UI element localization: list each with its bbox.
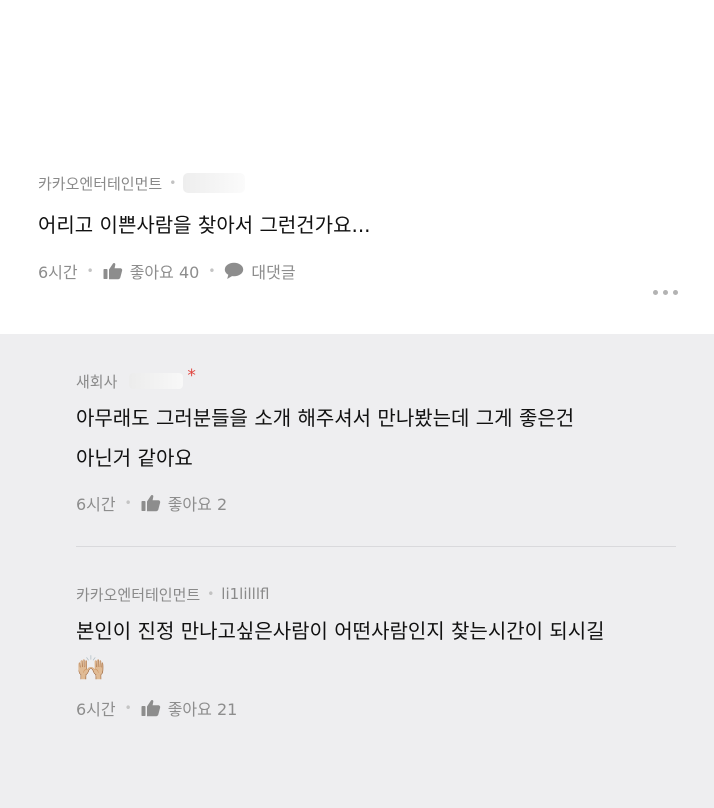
reply-author[interactable]: 새회사 xyxy=(76,371,117,392)
thumbs-up-icon xyxy=(103,262,123,280)
more-dot xyxy=(663,290,668,295)
thumbs-up-icon xyxy=(141,699,161,717)
separator-dot: • xyxy=(124,701,132,715)
raised-hands-emoji: 🙌🏼 xyxy=(76,654,106,682)
reply-text: 아무래도 그러분들을 소개 해주셔서 만나봤는데 그게 좋은건 아닌거 같아요 xyxy=(76,398,676,478)
comment-time: 6시간 xyxy=(38,263,78,282)
reply-time: 6시간 xyxy=(76,700,116,719)
thumbs-up-icon xyxy=(141,494,161,512)
like-button[interactable]: 좋아요 40 xyxy=(103,259,200,283)
reply-comment: 새회사 * 아무래도 그러분들을 소개 해주셔서 만나봤는데 그게 좋은건 아닌… xyxy=(76,334,714,547)
reply-meta: 새회사 * xyxy=(76,366,676,394)
more-dot xyxy=(673,290,678,295)
reply-handle: li1lilllfl xyxy=(221,585,270,603)
reply-text-line: 아무래도 그러분들을 소개 해주셔서 만나봤는데 그게 좋은건 xyxy=(76,406,575,430)
asterisk-mark: * xyxy=(187,366,196,386)
replies-section: 새회사 * 아무래도 그러분들을 소개 해주셔서 만나봤는데 그게 좋은건 아닌… xyxy=(0,334,714,808)
like-count-label: 좋아요 21 xyxy=(167,700,238,719)
separator-dot: • xyxy=(169,176,177,190)
separator-dot: • xyxy=(124,496,132,510)
comment-author[interactable]: 카카오엔터테인먼트 xyxy=(38,173,162,194)
reply-button[interactable]: 대댓글 xyxy=(224,259,296,283)
separator-dot: • xyxy=(208,264,216,278)
more-dot xyxy=(653,290,658,295)
like-count-label: 좋아요 40 xyxy=(129,263,200,282)
reply-comment: 카카오엔터테인먼트 • li1lilllfl 본인이 진정 만나고싶은사람이 어… xyxy=(76,547,714,721)
reply-actions: 6시간 • 좋아요 21 xyxy=(76,695,676,721)
reply-text: 본인이 진정 만나고싶은사람이 어떤사람인지 찾는시간이 되시길 xyxy=(76,619,605,643)
comment-actions: 6시간 • 좋아요 40 • 대댓글 xyxy=(38,258,676,284)
comment-text: 어리고 이쁜사람을 찾아서 그런건가요... xyxy=(38,213,371,237)
reply-text-line: 아닌거 같아요 xyxy=(76,446,193,470)
like-count-label: 좋아요 2 xyxy=(167,495,228,514)
separator-dot: • xyxy=(86,264,94,278)
reply-actions: 6시간 • 좋아요 2 xyxy=(76,490,676,516)
more-options-icon[interactable] xyxy=(653,290,678,295)
separator-dot: • xyxy=(207,587,215,601)
main-comment: 카카오엔터테인먼트 • 어리고 이쁜사람을 찾아서 그런건가요... 6시간 •… xyxy=(0,160,714,334)
reply-label: 대댓글 xyxy=(251,263,296,282)
blurred-username xyxy=(183,173,246,193)
blurred-username xyxy=(129,373,184,389)
comment-meta: 카카오엔터테인먼트 • xyxy=(38,170,676,196)
like-button[interactable]: 좋아요 21 xyxy=(141,696,238,720)
reply-meta: 카카오엔터테인먼트 • li1lilllfl xyxy=(76,581,676,607)
like-button[interactable]: 좋아요 2 xyxy=(141,491,227,515)
blank-area xyxy=(0,0,714,160)
reply-author[interactable]: 카카오엔터테인먼트 xyxy=(76,584,200,605)
reply-time: 6시간 xyxy=(76,495,116,514)
speech-bubble-icon xyxy=(224,262,244,280)
